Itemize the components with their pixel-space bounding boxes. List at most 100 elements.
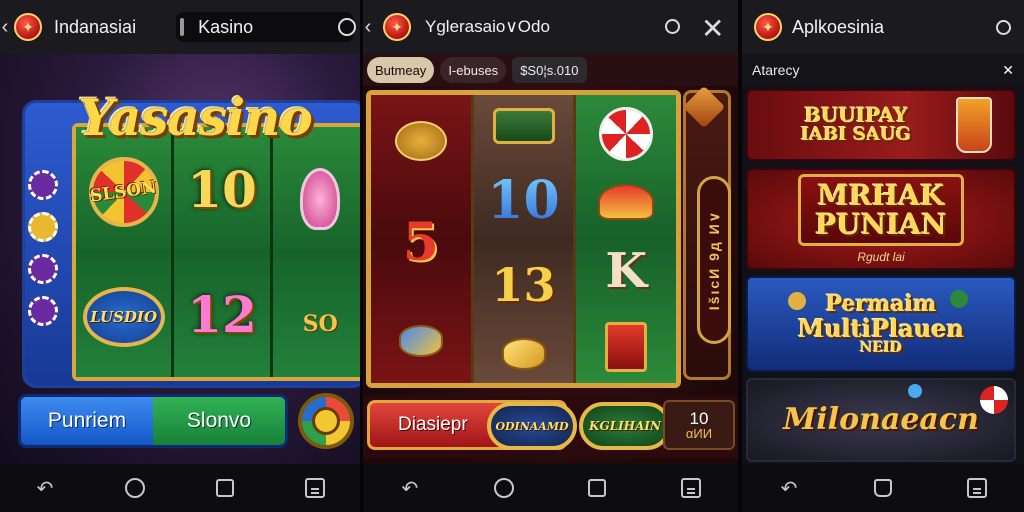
slot-reels[interactable]: 5 10 13 K [366,90,681,388]
wheel-symbol: SLSON [88,157,159,227]
promo-card[interactable]: MRHAK PUNIAN Rgudt lai [746,168,1016,270]
seal-symbol [394,120,447,161]
game-logo-text: Yasasino [78,87,313,147]
nav-bar: ↶ [0,464,360,512]
recents-nav-button[interactable] [205,472,245,504]
symbol-letter: K [605,242,648,299]
chip-symbol [599,106,654,161]
section-label: Atarecy [752,62,800,78]
app-title: Aplkoesinia [792,16,885,37]
refresh-icon[interactable] [338,18,357,36]
multitask-icon [967,478,987,498]
recents-nav-button[interactable] [577,472,617,504]
drink-icon [956,97,992,153]
brand-logo-icon: ✦ [14,13,42,41]
tab-label: Kasino [198,16,254,37]
top-bar: ‹ ✦ Indanasiai Kasino [0,0,360,54]
close-icon[interactable]: ✕ [1002,62,1014,79]
app-screen-1: ‹ ✦ Indanasiai Kasino SLSON LUSDIO 10 12… [0,0,360,512]
punriem-button[interactable]: Punriem [21,397,153,445]
chip-icon [980,386,1008,414]
back-nav-icon[interactable]: ↶ [25,472,65,504]
symbol-number: 12 [187,285,257,344]
promo-line: IABI SAUG [800,124,912,146]
multitask-nav-button[interactable] [671,472,711,504]
promo-title: BUUIPAY IABI SAUG [801,105,911,145]
search-icon[interactable] [661,15,683,37]
promo-card[interactable]: Permaim MultiPlauen NEID [746,276,1016,372]
tab-kasino[interactable]: Kasino [176,12,357,42]
reel-1: 5 [371,95,474,383]
home-icon [874,479,892,497]
medal-symbol: LUSDIO [82,287,165,347]
back-arrow-icon[interactable]: ‹ [0,16,12,39]
chip-butmeay[interactable]: Butmeay [367,57,435,83]
promo-title: Milonaeacn [783,404,979,436]
chip-stack [28,170,68,326]
multitask-nav-button[interactable] [295,472,335,504]
symbol-number: 10 [187,160,257,219]
search-icon[interactable] [992,16,1014,38]
badge-label: KGLIHAIN [589,419,661,433]
home-icon [125,478,145,498]
promo-line: Milonaeacn [783,402,979,438]
nav-bar: ↶ [742,464,1024,512]
taco-symbol [598,183,655,220]
slot-reels[interactable]: SLSON LUSDIO 10 12 SO [72,123,360,381]
symbol-number: 13 [491,257,556,312]
promo-line: BUUIPAY [804,103,908,128]
side-label: IšıсИ 9д И∨ [697,176,731,344]
reel-2: 10 12 [174,127,273,377]
ornament-icon [950,290,968,308]
odinaamd-badge[interactable]: ODINAAMD [487,402,577,450]
back-nav-icon[interactable]: ↶ [769,472,809,504]
promo-title: Permaim MultiPlauen NEID [798,290,964,356]
balance-chip[interactable]: $S0¦s.010 [512,57,587,83]
kglihain-badge[interactable]: KGLIHAIN [579,402,671,450]
recents-icon [216,479,234,497]
reel-1: SLSON LUSDIO [76,127,175,377]
section-header: Atarecy ✕ [742,54,1024,86]
reel-3: SO [272,127,360,377]
promo-card[interactable]: Milonaeacn [746,378,1016,462]
wheel-label: SLSON [89,177,159,207]
promo-title: MRHAK PUNIAN [815,180,946,239]
spin-wheel-button[interactable] [298,393,354,449]
back-arrow-icon[interactable]: ‹ [363,16,375,39]
chip-icon [28,254,58,284]
symbol-number: 5 [402,212,439,274]
slonvo-button[interactable]: Slonvo [153,397,285,445]
multitask-nav-button[interactable] [957,472,997,504]
home-nav-button[interactable] [484,472,524,504]
chip-bonuses[interactable]: I-ebuses [440,57,507,83]
home-icon [493,478,514,498]
gem-symbol [398,325,443,358]
bar-symbol [492,108,555,145]
ticket-symbol [501,337,546,370]
app-screen-2: ‹ ✦ Yglerasaio∨Odo ✕ Butmeay I-ebuses $S… [363,0,738,512]
multitask-icon [681,478,702,498]
card-symbol [605,321,648,372]
gem-icon [908,384,922,398]
reel-3: K [576,95,677,383]
medal-label: LUSDIO [90,308,158,326]
chip-icon [28,296,58,326]
reel-2: 10 13 [473,95,577,383]
chip-icon [28,170,58,200]
home-nav-button[interactable] [863,472,903,504]
chip-icon [28,212,58,242]
promo-card[interactable]: BUUIPAY IABI SAUG [746,89,1016,161]
value-bottom: αИИ [685,426,713,441]
nav-bar: ↶ [363,464,738,512]
value-box: 10 αИИ [663,400,735,450]
promo-line: Permaim [825,290,937,317]
game-logo: Yasasino [60,82,330,152]
top-bar: ‹ ✦ Yglerasaio∨Odo ✕ [363,0,738,54]
side-label-text: IšıсИ 9д И∨ [706,209,722,311]
home-nav-button[interactable] [115,472,155,504]
value-top: 10 [689,409,709,428]
close-icon[interactable]: ✕ [701,12,724,45]
multitask-icon [305,478,325,498]
back-nav-icon[interactable]: ↶ [390,472,430,504]
symbol-label: SO [302,310,338,337]
